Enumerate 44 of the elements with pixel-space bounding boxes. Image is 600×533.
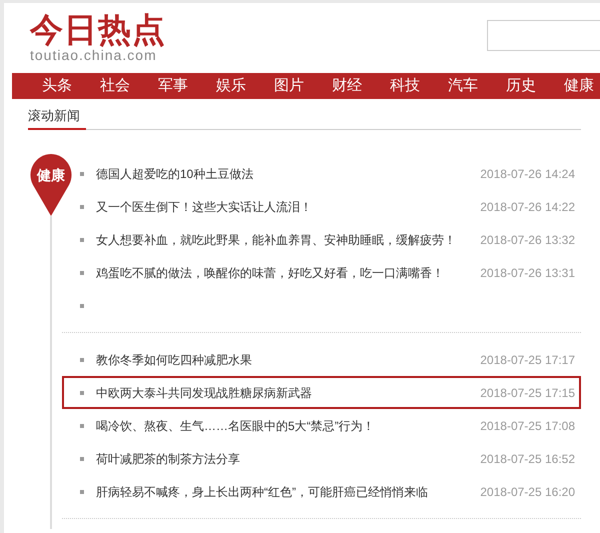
bullet-icon (80, 238, 84, 242)
bullet-icon (80, 424, 84, 428)
nav-item[interactable]: 头条 (28, 74, 86, 97)
nav-item[interactable]: 社会 (86, 74, 144, 97)
news-link[interactable]: 肝病轻易不喊疼，身上长出两种“红色”，可能肝癌已经悄悄来临 (96, 482, 428, 500)
section-tab[interactable]: 滚动新闻 (28, 106, 86, 130)
news-link[interactable]: 喝冷饮、熬夜、生气……名医眼中的5大“禁忌”行为！ (96, 416, 375, 434)
news-link[interactable]: 荷叶减肥茶的制茶方法分享 (96, 450, 240, 468)
nav-item[interactable]: 财经 (318, 74, 376, 97)
news-link[interactable]: 中欧两大泰斗共同发现战胜糖尿病新武器 (96, 384, 312, 402)
bullet-icon (80, 172, 84, 176)
news-time: 2018-07-26 13:32 (480, 232, 575, 248)
news-time: 2018-07-25 16:52 (480, 450, 575, 468)
news-time: 2018-07-25 16:20 (480, 484, 575, 500)
nav-item[interactable]: 军事 (144, 74, 202, 97)
bullet-icon (80, 358, 84, 362)
news-link[interactable]: 教你冬季如何吃四种减肥水果 (96, 350, 252, 368)
site-domain: toutiao.china.com (30, 47, 157, 63)
bullet-icon (80, 204, 84, 208)
news-link[interactable]: 女人想要补血，就吃此野果，能补血养胃、安神助睡眠，缓解疲劳！ (96, 230, 456, 248)
news-link[interactable]: 德国人超爱吃的10种土豆做法 (96, 164, 254, 182)
bullet-icon (80, 390, 84, 394)
nav-item[interactable]: 娱乐 (202, 74, 260, 97)
nav-item[interactable]: 科技 (376, 74, 434, 97)
category-label: 健康 (36, 166, 66, 185)
bullet-icon (80, 490, 84, 494)
news-link[interactable]: 又一个医生倒下！这些大实话让人流泪！ (96, 198, 312, 216)
nav-item[interactable]: 汽车 (434, 74, 492, 97)
site-logo[interactable]: 今日热点 (30, 13, 166, 47)
news-link[interactable]: 鸡蛋吃不腻的做法，唤醒你的味蕾，好吃又好看，吃一口满嘴香！ (96, 264, 444, 282)
search-field[interactable] (487, 20, 600, 51)
bullet-icon (80, 456, 84, 460)
map-pin-icon (30, 154, 72, 216)
bullet-icon (80, 304, 84, 308)
news-time: 2018-07-26 13:31 (480, 264, 575, 282)
news-time: 2018-07-25 17:15 (480, 384, 575, 402)
bullet-icon (80, 270, 84, 274)
nav-item[interactable]: 健康 (550, 74, 600, 97)
nav-item[interactable]: 历史 (492, 74, 550, 97)
news-time: 2018-07-26 14:24 (480, 166, 575, 182)
news-time: 2018-07-26 14:22 (480, 198, 575, 216)
news-time: 2018-07-25 17:08 (480, 418, 575, 434)
news-time: 2018-07-25 17:17 (480, 352, 575, 368)
nav-item[interactable]: 图片 (260, 74, 318, 97)
